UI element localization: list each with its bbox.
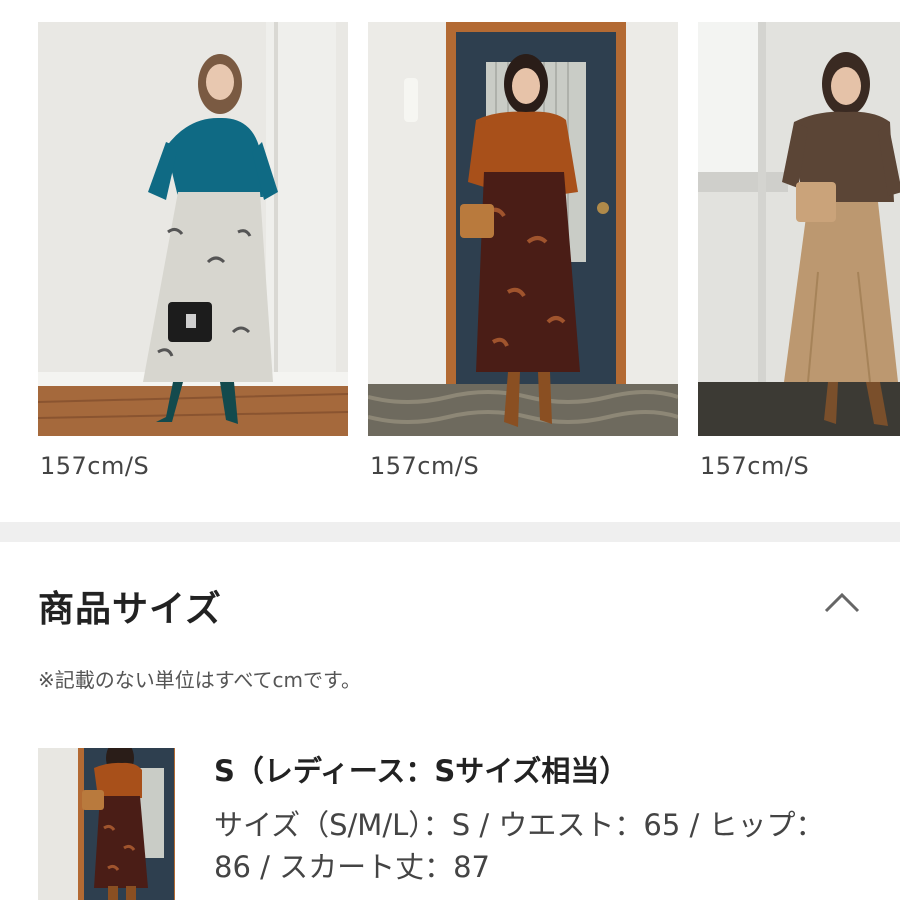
section-divider: [0, 522, 900, 542]
model-photo[interactable]: [38, 22, 348, 436]
model-caption: 157cm/S: [370, 452, 480, 480]
size-entry-title: S（レディース：Sサイズ相当）: [214, 754, 629, 788]
section-title: 商品サイズ: [38, 589, 222, 630]
model-caption: 157cm/S: [40, 452, 150, 480]
model-photo[interactable]: [698, 22, 900, 436]
size-thumbnail[interactable]: [38, 748, 175, 900]
chevron-up-icon: [824, 592, 860, 613]
model-caption: 157cm/S: [700, 452, 810, 480]
model-card[interactable]: 157cm/S: [698, 22, 900, 480]
model-gallery: 157cm/S 157cm/S 157cm/S: [0, 0, 900, 522]
size-entry-detail: サイズ（S/M/L）：S / ウエスト：65 / ヒップ：86 / スカート丈：…: [214, 808, 825, 884]
collapse-button[interactable]: [818, 583, 866, 623]
model-card[interactable]: 157cm/S: [38, 22, 348, 480]
model-photo[interactable]: [368, 22, 678, 436]
unit-note: ※記載のない単位はすべてcmです。: [38, 668, 362, 692]
model-card[interactable]: 157cm/S: [368, 22, 678, 480]
